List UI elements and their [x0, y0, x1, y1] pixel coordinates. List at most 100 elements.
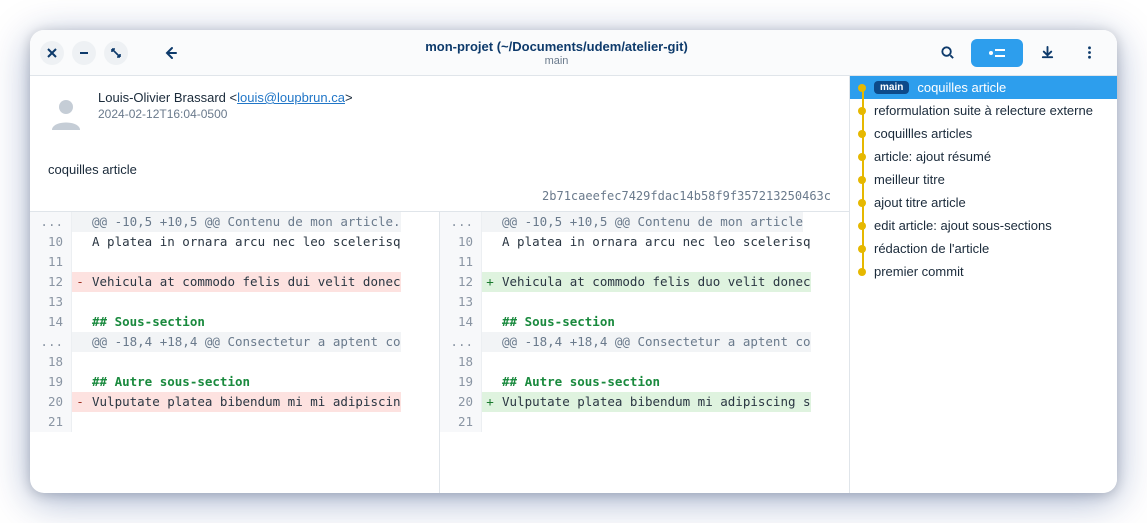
diff-marker [72, 292, 88, 312]
diff-line: ...@@ -18,4 +18,4 @@ Consectetur a apten… [30, 332, 439, 352]
close-icon [46, 47, 58, 59]
diff-line: 11 [440, 252, 849, 272]
diff-marker [482, 212, 498, 232]
menu-button[interactable] [1071, 39, 1107, 67]
diff-marker [72, 412, 88, 432]
history-message: rédaction de l'article [874, 241, 989, 256]
commit-dot-icon [858, 245, 866, 253]
history-message: meilleur titre [874, 172, 945, 187]
arrow-left-icon [162, 45, 178, 61]
diff-marker [482, 292, 498, 312]
code-text: @@ -18,4 +18,4 @@ Consectetur a aptent c… [88, 332, 401, 352]
download-icon [1040, 45, 1055, 60]
line-number: 14 [30, 312, 72, 332]
search-button[interactable] [929, 39, 965, 67]
code-text [498, 252, 502, 272]
code-text [88, 352, 92, 372]
history-item[interactable]: reformulation suite à relecture externe [850, 99, 1117, 122]
kebab-icon [1082, 45, 1097, 60]
history-message: article: ajout résumé [874, 149, 991, 164]
history-item[interactable]: coquillles articles [850, 122, 1117, 145]
history-message: premier commit [874, 264, 964, 279]
diff-line: 20-Vulputate platea bibendum mi mi adipi… [30, 392, 439, 412]
commit-dot-icon [858, 268, 866, 276]
back-button[interactable] [156, 39, 184, 67]
history-item[interactable]: edit article: ajout sous-sections [850, 214, 1117, 237]
diff-marker [72, 332, 88, 352]
line-number: 21 [30, 412, 72, 432]
download-button[interactable] [1029, 39, 1065, 67]
close-button[interactable] [40, 41, 64, 65]
line-number: 21 [440, 412, 482, 432]
line-number: ... [440, 332, 482, 352]
history-message: reformulation suite à relecture externe [874, 103, 1093, 118]
line-number: ... [30, 212, 72, 232]
line-number: 14 [440, 312, 482, 332]
minimize-button[interactable] [72, 41, 96, 65]
titlebar-actions [929, 39, 1107, 67]
maximize-button[interactable] [104, 41, 128, 65]
diff-marker [482, 252, 498, 272]
app-window: mon-projet (~/Documents/udem/atelier-git… [30, 30, 1117, 493]
commit-dot-icon [858, 176, 866, 184]
author-email[interactable]: louis@loupbrun.ca [237, 90, 345, 105]
code-text: ## Sous-section [88, 312, 205, 332]
diff-line: 13 [30, 292, 439, 312]
diff-view: ... @@ -10,5 +10,5 @@ Contenu de mon arti… [30, 211, 849, 493]
line-number: 20 [440, 392, 482, 412]
line-number: 13 [440, 292, 482, 312]
history-item[interactable]: premier commit [850, 260, 1117, 283]
commit-header: Louis-Olivier Brassard <louis@loupbrun.c… [30, 76, 849, 142]
diff-line: ... @@ -18,4 +18,4 @@ Consectetur a apten… [440, 332, 849, 352]
avatar [48, 94, 84, 130]
diff-marker [482, 332, 498, 352]
window-branch: main [184, 55, 929, 67]
line-number: 18 [440, 352, 482, 372]
history-item[interactable]: rédaction de l'article [850, 237, 1117, 260]
diff-line: 10A platea in ornara arcu nec leo sceler… [440, 232, 849, 252]
diff-line: 14 ## Sous-section [30, 312, 439, 332]
branch-badge: main [874, 81, 909, 94]
diff-left-pane[interactable]: ... @@ -10,5 +10,5 @@ Contenu de mon arti… [30, 212, 440, 493]
history-item[interactable]: ajout titre article [850, 191, 1117, 214]
diff-line: 14 ## Sous-section [440, 312, 849, 332]
code-text: @@ -18,4 +18,4 @@ Consectetur a aptent c… [498, 332, 811, 352]
history-item[interactable]: article: ajout résumé [850, 145, 1117, 168]
window-title: mon-projet (~/Documents/udem/atelier-git… [184, 39, 929, 54]
commit-dot-icon [858, 199, 866, 207]
diff-line: 19## Autre sous-section [30, 372, 439, 392]
history-view-button[interactable] [971, 39, 1023, 67]
diff-marker: - [72, 392, 88, 412]
diff-line: 19 ## Autre sous-section [440, 372, 849, 392]
diff-marker [72, 352, 88, 372]
author-line: Louis-Olivier Brassard <louis@loupbrun.c… [98, 90, 831, 105]
line-number: 12 [30, 272, 72, 292]
commit-dot-icon [858, 130, 866, 138]
code-text: A platea in ornara arcu nec leo sceleris… [88, 232, 401, 252]
history-message: coquillles articles [874, 126, 972, 141]
code-text: A platea in ornara arcu nec leo sceleris… [498, 232, 811, 252]
diff-right-pane[interactable]: ...@@ -10,5 +10,5 @@ Contenu de mon arti… [440, 212, 849, 493]
diff-marker [482, 312, 498, 332]
history-item[interactable]: maincoquilles article [850, 76, 1117, 99]
line-number: 11 [30, 252, 72, 272]
titlebar-controls [40, 39, 184, 67]
code-text [498, 352, 502, 372]
history-message: ajout titre article [874, 195, 966, 210]
code-text [498, 412, 502, 432]
code-text [88, 252, 92, 272]
commit-dot-icon [858, 107, 866, 115]
diff-line: 12+Vehicula at commodo felis duo velit d… [440, 272, 849, 292]
commit-meta: Louis-Olivier Brassard <louis@loupbrun.c… [98, 90, 831, 130]
diff-line: 12-Vehicula at commodo felis dui velit d… [30, 272, 439, 292]
line-number: 11 [440, 252, 482, 272]
code-text: @@ -10,5 +10,5 @@ Contenu de mon article… [88, 212, 401, 232]
diff-line: 18 [440, 352, 849, 372]
history-item[interactable]: meilleur titre [850, 168, 1117, 191]
main-area: Louis-Olivier Brassard <louis@loupbrun.c… [30, 76, 849, 493]
code-text: ## Autre sous-section [498, 372, 660, 392]
line-number: 19 [440, 372, 482, 392]
code-text [498, 292, 502, 312]
code-text [88, 412, 92, 432]
code-text: ## Sous-section [498, 312, 615, 332]
